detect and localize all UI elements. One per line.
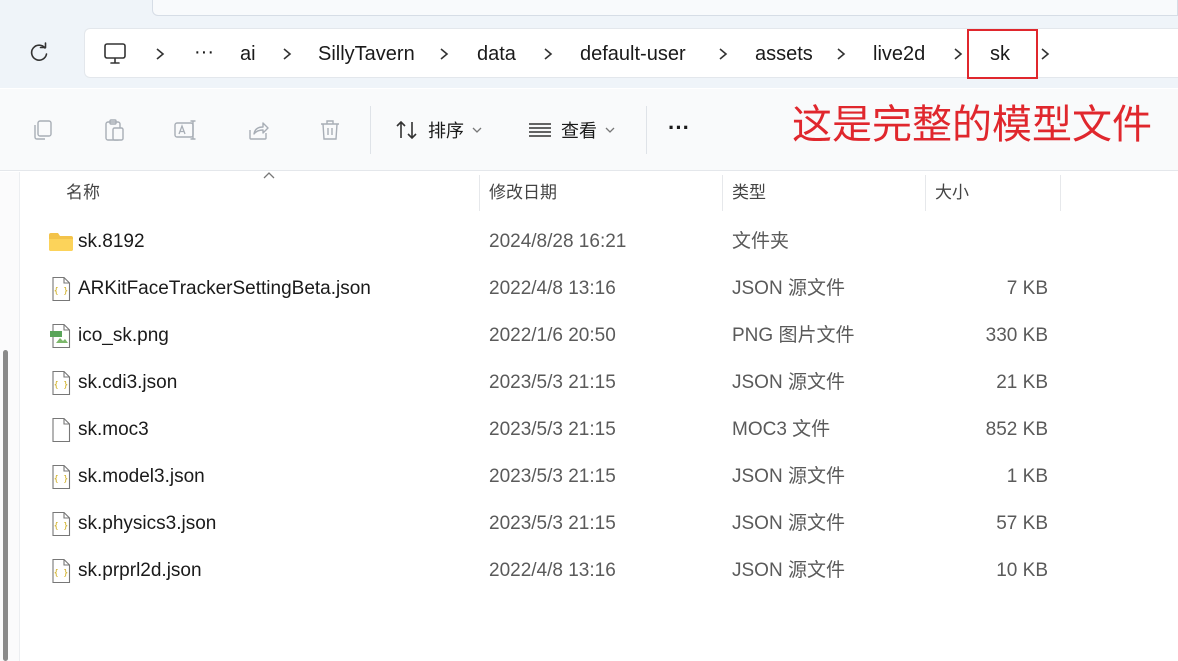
column-header-modified[interactable]: 修改日期 [481,175,723,211]
svg-text:{ }: { } [54,380,68,389]
view-icon [529,123,551,137]
file-size: 10 KB [996,560,1048,581]
sort-button[interactable]: 排序 [394,114,482,146]
file-row[interactable]: ico_sk.png 2022/1/6 20:50 PNG 图片文件 330 KB [40,312,1060,359]
sort-icon [396,120,417,140]
file-modified-date: 2023/5/3 21:15 [489,466,616,487]
file-name: sk.prprl2d.json [78,560,202,581]
file-row[interactable]: { } ARKitFaceTrackerSettingBeta.json 2022/… [40,265,1060,312]
chevron-right-icon[interactable] [437,43,451,65]
file-modified-date: 2023/5/3 21:15 [489,513,616,534]
file-type: MOC3 文件 [732,419,831,440]
chevron-right-icon[interactable] [280,43,294,65]
breadcrumb-overflow[interactable]: ··· [194,39,214,65]
json-file-icon: { } [48,464,74,490]
file-modified-date: 2022/4/8 13:16 [489,278,616,299]
paste-icon[interactable] [99,115,129,145]
file-size: 852 KB [985,419,1048,440]
chevron-right-icon[interactable] [1038,43,1052,65]
png-file-icon [48,323,74,349]
breadcrumb-ai[interactable]: ai [240,41,256,67]
file-row[interactable]: { } sk.physics3.json 2023/5/3 21:15 JSON 源文… [40,500,1060,547]
file-icon [48,417,74,443]
more-icon: ··· [668,115,690,140]
file-row[interactable]: sk.moc3 2023/5/3 21:15 MOC3 文件 852 KB [40,406,1060,453]
file-name: ARKitFaceTrackerSettingBeta.json [78,278,371,299]
computer-icon[interactable] [102,41,128,67]
file-size: 57 KB [996,513,1048,534]
file-size: 7 KB [1006,278,1048,299]
share-icon[interactable] [243,115,273,145]
column-header-type[interactable]: 类型 [724,175,926,211]
view-label: 查看 [561,121,597,141]
chevron-right-icon[interactable] [834,43,848,65]
file-row[interactable]: sk.8192 2024/8/28 16:21 文件夹 [40,218,1060,265]
json-file-icon: { } [48,558,74,584]
file-size: 21 KB [996,372,1048,393]
refresh-button[interactable] [22,38,56,68]
scrollbar[interactable] [3,350,8,661]
json-file-icon: { } [48,511,74,537]
column-header-size[interactable]: 大小 [927,175,1061,211]
copy-icon[interactable] [27,115,57,145]
file-type: JSON 源文件 [732,560,845,581]
file-name: sk.physics3.json [78,513,217,534]
breadcrumb-data[interactable]: data [477,41,516,67]
breadcrumb-default-user[interactable]: default-user [580,41,686,67]
file-type: JSON 源文件 [732,466,845,487]
file-size: 330 KB [985,325,1048,346]
file-name: ico_sk.png [78,325,169,346]
tab-bar-edge [152,0,1178,16]
file-type: JSON 源文件 [732,513,845,534]
toolbar-separator [646,106,647,154]
folder-icon [48,229,74,255]
file-type: 文件夹 [732,231,790,252]
file-modified-date: 2022/1/6 20:50 [489,325,616,346]
column-header-name[interactable]: 名称 [58,175,480,211]
breadcrumb-sillytavern[interactable]: SillyTavern [318,41,415,67]
file-type: PNG 图片文件 [732,325,855,346]
chevron-down-icon [472,127,482,133]
file-name: sk.model3.json [78,466,205,487]
file-name: sk.cdi3.json [78,372,178,393]
toolbar-separator [370,106,371,154]
annotation-highlight-box [967,29,1038,79]
svg-text:{ }: { } [54,521,68,530]
file-size [930,218,1048,265]
sort-label: 排序 [428,121,464,141]
file-row[interactable]: { } sk.prprl2d.json 2022/4/8 13:16 JSON 源文件… [40,547,1060,594]
file-modified-date: 2022/4/8 13:16 [489,560,616,581]
svg-text:{ }: { } [54,286,68,295]
breadcrumb-live2d[interactable]: live2d [873,41,925,67]
file-size: 1 KB [1006,466,1048,487]
chevron-right-icon[interactable] [716,43,730,65]
breadcrumb-assets[interactable]: assets [755,41,813,67]
view-button[interactable]: 查看 [527,114,615,146]
file-modified-date: 2023/5/3 21:15 [489,372,616,393]
svg-text:{ }: { } [54,474,68,483]
file-modified-date: 2024/8/28 16:21 [489,231,627,252]
json-file-icon: { } [48,276,74,302]
chevron-down-icon [605,127,615,133]
annotation-text: 这是完整的模型文件 [792,102,1152,148]
more-button[interactable]: ··· [668,112,690,144]
json-file-icon: { } [48,370,74,396]
file-modified-date: 2023/5/3 21:15 [489,419,616,440]
rename-icon[interactable] [171,115,201,145]
file-name: sk.8192 [78,231,145,252]
chevron-right-icon[interactable] [153,43,167,65]
file-row[interactable]: { } sk.model3.json 2023/5/3 21:15 JSON 源文件 1… [40,453,1060,500]
chevron-right-icon[interactable] [951,43,965,65]
file-type: JSON 源文件 [732,372,845,393]
file-row[interactable]: { } sk.cdi3.json 2023/5/3 21:15 JSON 源文件 21 … [40,359,1060,406]
chevron-right-icon[interactable] [541,43,555,65]
file-name: sk.moc3 [78,419,149,440]
svg-text:{ }: { } [54,568,68,577]
file-type: JSON 源文件 [732,278,845,299]
refresh-icon [30,42,48,61]
delete-icon[interactable] [315,115,345,145]
